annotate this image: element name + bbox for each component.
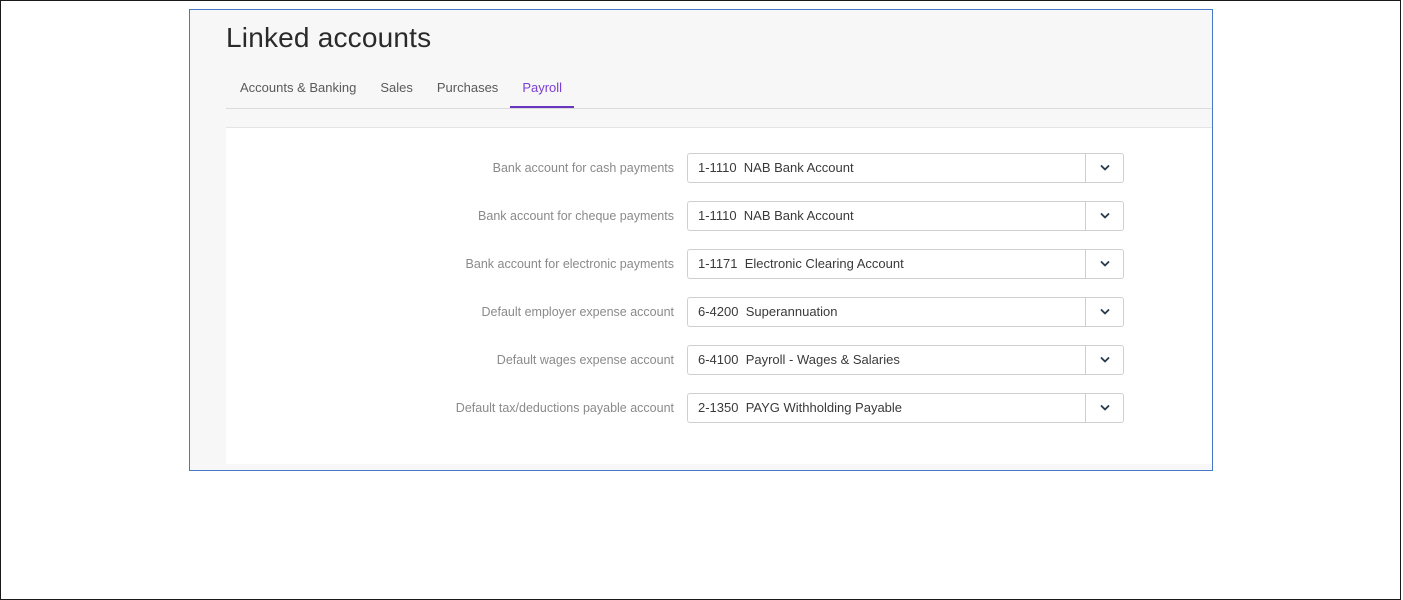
tab-bar: Accounts & Banking Sales Purchases Payro… — [226, 76, 1212, 109]
chevron-down-icon — [1100, 261, 1110, 267]
employer-expense-dropdown-button[interactable] — [1085, 298, 1123, 326]
form-row-tax-deductions-payable: Default tax/deductions payable account 2… — [226, 393, 1212, 423]
tab-sales[interactable]: Sales — [368, 76, 425, 108]
electronic-payments-dropdown-button[interactable] — [1085, 250, 1123, 278]
tab-purchases[interactable]: Purchases — [425, 76, 510, 108]
form-row-electronic-payments: Bank account for electronic payments 1-1… — [226, 249, 1212, 279]
tax-deductions-payable-account-select[interactable]: 2-1350 PAYG Withholding Payable — [687, 393, 1124, 423]
tax-deductions-payable-label: Default tax/deductions payable account — [455, 401, 674, 415]
cheque-payments-dropdown-button[interactable] — [1085, 202, 1123, 230]
cash-payments-label: Bank account for cash payments — [492, 161, 674, 175]
page-title: Linked accounts — [226, 22, 432, 53]
payroll-linked-accounts-form: Bank account for cash payments 1-1110 NA… — [226, 127, 1212, 464]
chevron-down-icon — [1100, 213, 1110, 219]
wages-expense-dropdown-button[interactable] — [1085, 346, 1123, 374]
electronic-payments-account-value: 1-1171 Electronic Clearing Account — [698, 256, 904, 271]
chevron-down-icon — [1100, 309, 1110, 315]
form-row-employer-expense: Default employer expense account 6-4200 … — [226, 297, 1212, 327]
cash-payments-account-select[interactable]: 1-1110 NAB Bank Account — [687, 153, 1124, 183]
wages-expense-account-value: 6-4100 Payroll - Wages & Salaries — [698, 352, 900, 367]
linked-accounts-window: Linked accounts Accounts & Banking Sales… — [189, 9, 1213, 471]
cheque-payments-account-select[interactable]: 1-1110 NAB Bank Account — [687, 201, 1124, 231]
wages-expense-account-select[interactable]: 6-4100 Payroll - Wages & Salaries — [687, 345, 1124, 375]
tab-accounts-banking[interactable]: Accounts & Banking — [226, 76, 368, 108]
cash-payments-dropdown-button[interactable] — [1085, 154, 1123, 182]
electronic-payments-account-select[interactable]: 1-1171 Electronic Clearing Account — [687, 249, 1124, 279]
chevron-down-icon — [1100, 405, 1110, 411]
form-row-wages-expense: Default wages expense account 6-4100 Pay… — [226, 345, 1212, 375]
cheque-payments-account-value: 1-1110 NAB Bank Account — [698, 208, 854, 223]
tax-deductions-payable-account-value: 2-1350 PAYG Withholding Payable — [698, 400, 903, 415]
chevron-down-icon — [1100, 165, 1110, 171]
employer-expense-account-value: 6-4200 Superannuation — [698, 304, 838, 319]
chevron-down-icon — [1100, 357, 1110, 363]
form-row-cheque-payments: Bank account for cheque payments 1-1110 … — [226, 201, 1212, 231]
employer-expense-account-select[interactable]: 6-4200 Superannuation — [687, 297, 1124, 327]
electronic-payments-label: Bank account for electronic payments — [465, 257, 674, 271]
form-row-cash-payments: Bank account for cash payments 1-1110 NA… — [226, 153, 1212, 183]
wages-expense-label: Default wages expense account — [496, 353, 674, 367]
tax-deductions-payable-dropdown-button[interactable] — [1085, 394, 1123, 422]
cheque-payments-label: Bank account for cheque payments — [478, 209, 674, 223]
employer-expense-label: Default employer expense account — [481, 305, 674, 319]
tab-payroll[interactable]: Payroll — [510, 76, 575, 108]
cash-payments-account-value: 1-1110 NAB Bank Account — [698, 160, 854, 175]
